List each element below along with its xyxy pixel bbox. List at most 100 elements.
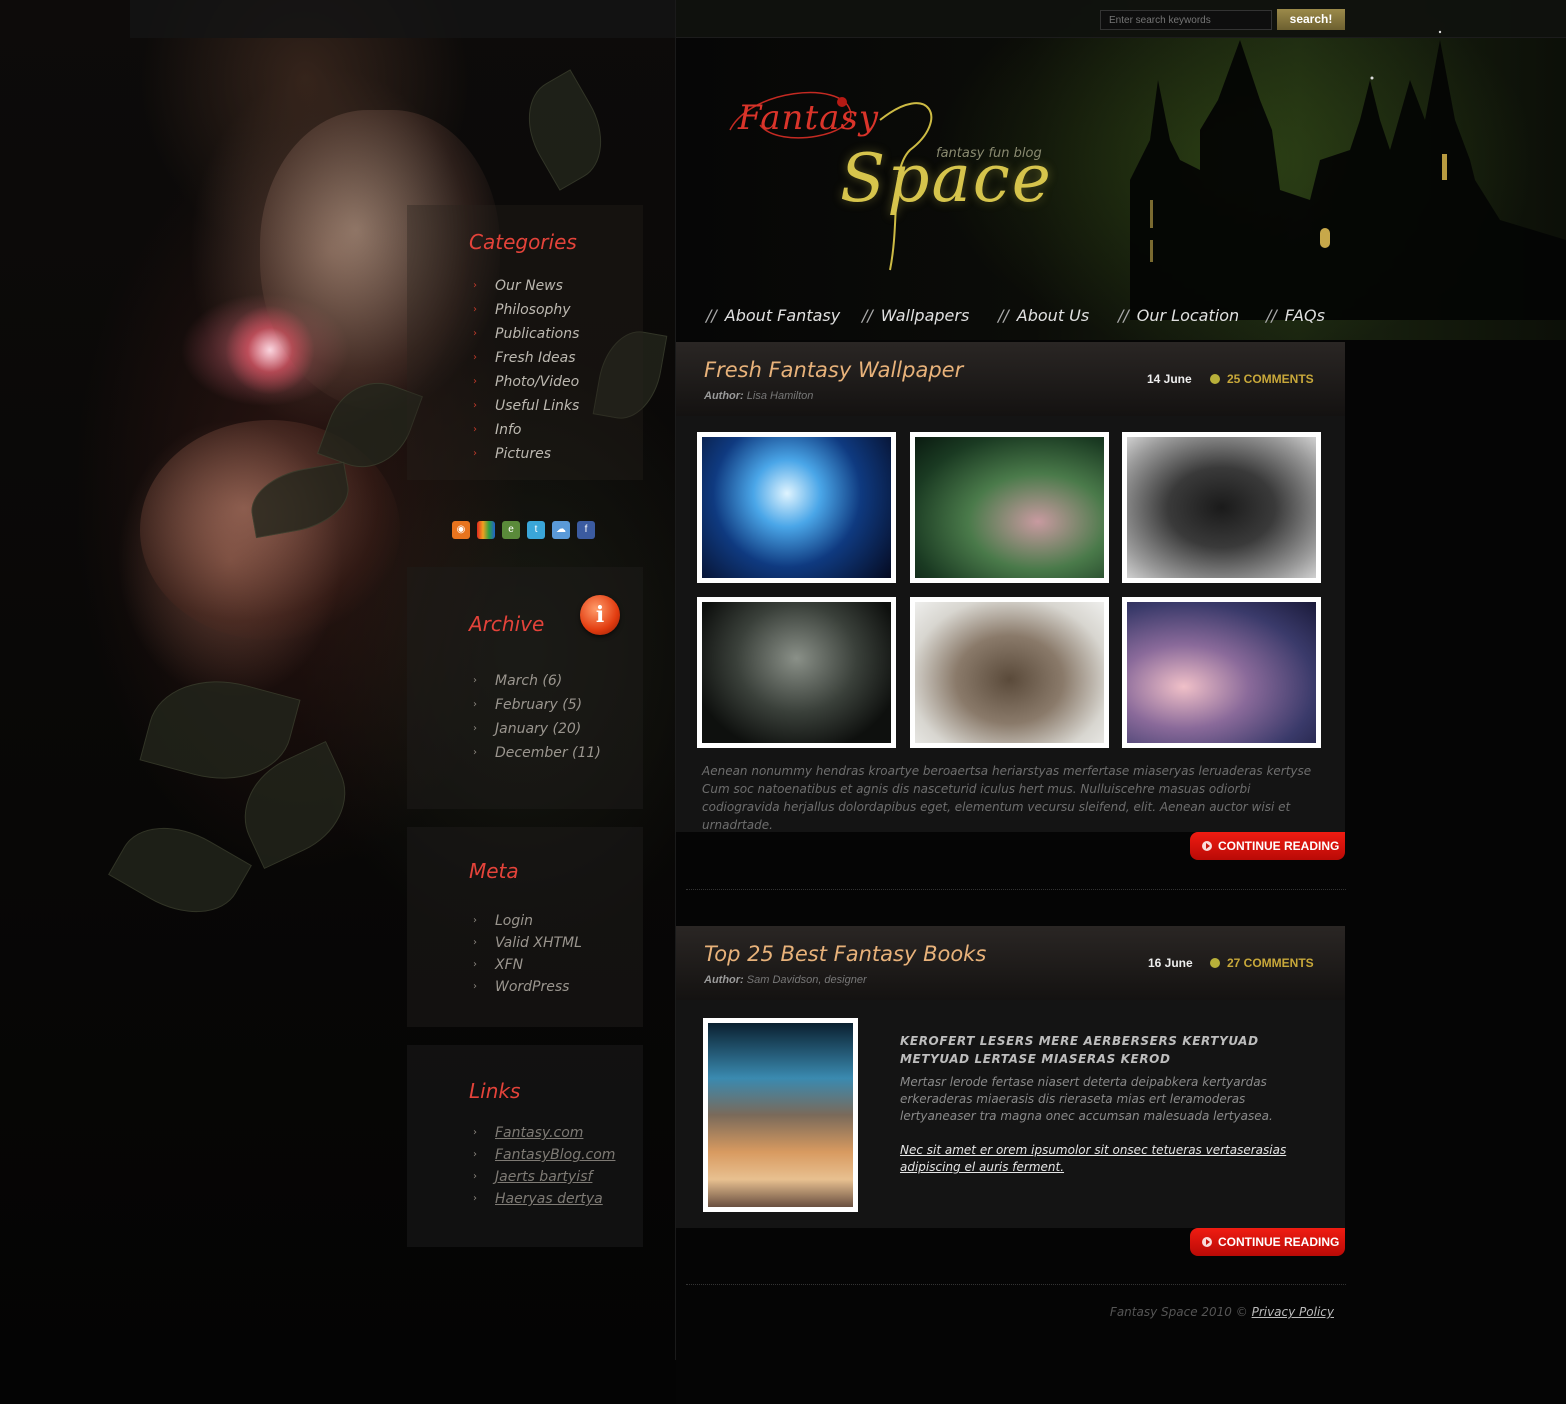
site-logo[interactable]: Fantasy Space fantasy fun blog — [720, 80, 1051, 290]
rss-icon[interactable]: ◉ — [452, 521, 470, 539]
bullet-icon: › — [473, 915, 477, 926]
bullet-icon: › — [473, 376, 477, 387]
link-item[interactable]: › FantasyBlog.com — [473, 1147, 615, 1169]
post-title[interactable]: Fresh Fantasy Wallpaper — [704, 358, 963, 382]
evernote-icon[interactable]: e — [502, 521, 520, 539]
gallery-thumbnail-reaper[interactable] — [1122, 432, 1321, 583]
post-excerpt: Aenean nonummy hendras kroartye beroaert… — [702, 764, 1312, 832]
flickr-icon[interactable] — [477, 521, 495, 539]
post-divider — [686, 1284, 1346, 1285]
categories-title: Categories — [469, 230, 577, 254]
search-input[interactable] — [1100, 10, 1272, 30]
post-body: KEROFERT LESERS MERE AERBERSERS KERTYUAD… — [676, 1000, 1345, 1228]
link-item[interactable]: › Fantasy.com — [473, 1125, 615, 1147]
post-inline-link[interactable]: Nec sit amet er orem ipsumolor sit onsec… — [900, 1142, 1320, 1176]
category-item[interactable]: › Useful Links — [473, 398, 579, 422]
facebook-icon[interactable]: f — [577, 521, 595, 539]
twitter-icon[interactable]: t — [527, 521, 545, 539]
post-date: 14 June — [1147, 372, 1192, 386]
category-item[interactable]: › Publications — [473, 326, 579, 350]
footer: Fantasy Space 2010 © Privacy Policy — [1000, 1305, 1334, 1319]
links-list: › Fantasy.com › FantasyBlog.com › Jaerts ba… — [473, 1125, 615, 1213]
category-item[interactable]: › Philosophy — [473, 302, 579, 326]
archive-item[interactable]: › January (20) — [473, 721, 601, 745]
nav-item-our-location[interactable]: //Our Location — [1118, 306, 1239, 325]
meta-box: Meta › Login › Valid XHTML › XFN › WordPress — [407, 827, 643, 1027]
book-cover-thumbnail[interactable] — [703, 1018, 858, 1212]
hero-light-glow — [225, 305, 315, 395]
footer-copyright: Fantasy Space 2010 © — [1109, 1305, 1248, 1319]
meta-item[interactable]: › Valid XHTML — [473, 935, 582, 957]
archive-title: Archive — [469, 612, 545, 636]
bullet-icon: › — [473, 1171, 477, 1182]
post-header: Fresh Fantasy Wallpaper Author: Lisa Ham… — [676, 342, 1345, 416]
gallery-thumbnail-unicorn[interactable] — [697, 432, 896, 583]
comments-bullet-icon — [1210, 958, 1220, 968]
post-comments-link[interactable]: 27 COMMENTS — [1210, 956, 1314, 970]
bullet-icon: › — [473, 424, 477, 435]
gallery-thumbnail-horsemen[interactable] — [697, 597, 896, 748]
meta-item[interactable]: › XFN — [473, 957, 582, 979]
links-title: Links — [469, 1079, 521, 1103]
info-icon: i — [580, 595, 620, 635]
nav-item-about-fantasy[interactable]: //About Fantasy — [706, 306, 840, 325]
post-title[interactable]: Top 25 Best Fantasy Books — [704, 942, 986, 966]
bullet-icon: › — [473, 959, 477, 970]
post-date: 16 June — [1148, 956, 1193, 970]
meta-list: › Login › Valid XHTML › XFN › WordPress — [473, 913, 582, 1001]
category-item[interactable]: › Photo/Video — [473, 374, 579, 398]
main-nav: //About Fantasy //Wallpapers //About Us … — [706, 306, 1346, 330]
search-button[interactable]: search! — [1277, 9, 1345, 30]
castle-silhouette-icon — [1130, 26, 1566, 320]
archive-list: › March (6) › February (5) › January (20) ›… — [473, 673, 601, 769]
meta-item[interactable]: › WordPress — [473, 979, 582, 1001]
bullet-icon: › — [473, 400, 477, 411]
archive-item[interactable]: › February (5) — [473, 697, 601, 721]
nav-item-wallpapers[interactable]: //Wallpapers — [862, 306, 969, 325]
post-subheading: KEROFERT LESERS MERE AERBERSERS KERTYUAD… — [900, 1034, 1259, 1066]
archive-item[interactable]: › March (6) — [473, 673, 601, 697]
bullet-icon: › — [473, 1127, 477, 1138]
continue-reading-button[interactable]: CONTINUE READING — [1190, 832, 1345, 860]
bullet-icon: › — [473, 304, 477, 315]
post-author: Author: Sam Davidson, designer — [704, 974, 867, 986]
category-item[interactable]: › Fresh Ideas — [473, 350, 579, 374]
categories-list: › Our News › Philosophy › Publications › Fre… — [473, 278, 579, 470]
logo-tagline: fantasy fun blog — [936, 146, 1042, 161]
category-item[interactable]: › Our News — [473, 278, 579, 302]
category-item[interactable]: › Pictures — [473, 446, 579, 470]
nav-item-about-us[interactable]: //About Us — [998, 306, 1089, 325]
social-icons: ◉ e t ☁ f — [452, 521, 602, 539]
categories-box: Categories › Our News › Philosophy › Public… — [407, 205, 643, 480]
nav-item-faqs[interactable]: //FAQs — [1266, 306, 1325, 325]
bullet-icon: › — [473, 1149, 477, 1160]
link-item[interactable]: › Jaerts bartyisf — [473, 1169, 615, 1191]
category-item[interactable]: › Info — [473, 422, 579, 446]
post-paragraph: Mertasr lerode fertase niasert deterta d… — [900, 1075, 1273, 1123]
post-divider — [686, 889, 1346, 890]
bullet-icon: › — [473, 280, 477, 291]
logo-word-fantasy: Fantasy — [738, 98, 880, 138]
cloud-icon[interactable]: ☁ — [552, 521, 570, 539]
bullet-icon: › — [473, 1193, 477, 1204]
gallery-thumbnail-dragon[interactable] — [1122, 597, 1321, 748]
meta-title: Meta — [469, 859, 519, 883]
bullet-icon: › — [473, 981, 477, 992]
post-body: Aenean nonummy hendras kroartye beroaert… — [676, 416, 1345, 832]
bullet-icon: › — [473, 328, 477, 339]
links-box: Links › Fantasy.com › FantasyBlog.com › Jae… — [407, 1045, 643, 1247]
privacy-policy-link[interactable]: Privacy Policy — [1252, 1305, 1334, 1319]
bullet-icon: › — [473, 699, 477, 710]
meta-item[interactable]: › Login — [473, 913, 582, 935]
gallery-thumbnail-fairy[interactable] — [910, 432, 1109, 583]
post-author: Author: Lisa Hamilton — [704, 390, 814, 402]
archive-item[interactable]: › December (11) — [473, 745, 601, 769]
bullet-icon: › — [473, 352, 477, 363]
bullet-icon: › — [473, 448, 477, 459]
post-header: Top 25 Best Fantasy Books Author: Sam Da… — [676, 926, 1345, 1000]
bullet-icon: › — [473, 723, 477, 734]
post-comments-link[interactable]: 25 COMMENTS — [1210, 372, 1314, 386]
gallery-thumbnail-warrior[interactable] — [910, 597, 1109, 748]
link-item[interactable]: › Haeryas dertya — [473, 1191, 615, 1213]
continue-reading-button[interactable]: CONTINUE READING — [1190, 1228, 1345, 1256]
